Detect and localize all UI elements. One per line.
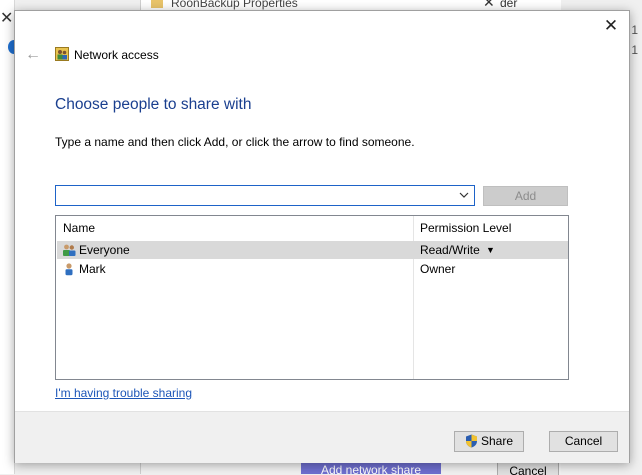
dropdown-arrow-icon[interactable]: ▼ — [486, 241, 495, 259]
list-row-mark[interactable]: Mark Owner — [57, 260, 568, 278]
chevron-down-icon[interactable] — [456, 188, 472, 203]
uac-shield-icon — [465, 434, 477, 448]
background-window-top: RoonBackup Properties ✕ — [140, 0, 561, 10]
group-users-icon — [63, 244, 76, 256]
background-window-title: RoonBackup Properties — [171, 0, 298, 10]
list-row-everyone[interactable]: Everyone Read/Write ▼ — [57, 241, 568, 259]
dialog-footer: Share Cancel — [15, 411, 629, 463]
sharing-list[interactable]: Name Permission Level Everyone Read/Writ… — [55, 215, 569, 380]
close-icon: ✕ — [603, 16, 619, 35]
row-permission: Owner — [420, 262, 456, 276]
page-heading: Choose people to share with — [55, 96, 252, 113]
user-icon — [65, 263, 73, 276]
trouble-sharing-link[interactable]: I'm having trouble sharing — [55, 386, 192, 400]
name-input[interactable] — [56, 186, 460, 205]
cancel-button[interactable]: Cancel — [549, 431, 618, 452]
close-button[interactable]: ✕ — [599, 15, 623, 37]
network-users-icon — [55, 47, 69, 61]
add-button[interactable]: Add — [483, 186, 568, 206]
network-access-dialog: ✕ ← Network access Choose people to shar… — [14, 10, 630, 463]
folder-icon — [151, 0, 163, 8]
background-cancel-button[interactable]: Cancel — [497, 462, 559, 475]
column-header-name[interactable]: Name — [63, 216, 95, 239]
background-window-bottom: Add network share Cancel — [140, 462, 561, 475]
share-button[interactable]: Share — [454, 431, 524, 452]
dialog-title: Network access — [74, 48, 159, 62]
share-button-label: Share — [480, 434, 514, 448]
row-permission[interactable]: Read/Write — [420, 241, 480, 259]
background-number: 1 — [631, 23, 638, 37]
background-numbers: 1 1 — [631, 20, 638, 60]
instructions-text: Type a name and then click Add, or click… — [55, 135, 415, 149]
name-combobox[interactable] — [55, 185, 475, 206]
back-button[interactable]: ← — [23, 45, 43, 65]
background-text-fragment: der — [500, 0, 518, 10]
add-network-share-button[interactable]: Add network share — [301, 462, 441, 474]
close-icon[interactable]: ✕ — [0, 8, 13, 28]
back-arrow-icon: ← — [25, 46, 41, 63]
row-name: Everyone — [79, 243, 130, 257]
background-number: 1 — [631, 43, 638, 57]
row-name: Mark — [79, 262, 106, 276]
close-icon[interactable]: ✕ — [483, 0, 495, 10]
column-header-permission[interactable]: Permission Level — [420, 216, 511, 239]
background-window-lower-left: ✕ — [0, 0, 20, 474]
